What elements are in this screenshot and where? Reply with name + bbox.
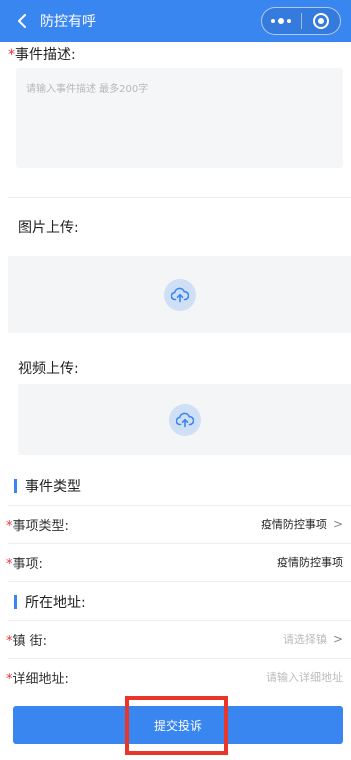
town-picker[interactable]: 请选择镇 >	[283, 631, 343, 647]
chevron-right-icon: >	[332, 517, 343, 531]
item-type-row[interactable]: *事项类型: 疫情防控事项 >	[0, 505, 351, 543]
address-section-header: 所在地址:	[14, 592, 86, 612]
event-type-section-header: 事件类型	[14, 476, 81, 496]
image-upload-area[interactable]	[8, 256, 351, 333]
chevron-right-icon: >	[332, 632, 343, 646]
description-label: *事件描述:	[8, 47, 76, 63]
section-accent-bar	[14, 595, 17, 609]
video-upload-area[interactable]	[18, 384, 351, 455]
description-textarea[interactable]: 请输入事件描述 最多200字	[16, 68, 343, 168]
divider	[8, 197, 351, 198]
description-placeholder: 请输入事件描述 最多200字	[26, 84, 149, 95]
item-type-label: *事项类型:	[6, 518, 69, 534]
row-divider	[8, 581, 351, 582]
mini-program-capsule	[261, 7, 341, 35]
item-label: *事项:	[6, 556, 43, 572]
section-title: 所在地址:	[25, 595, 86, 611]
town-label: *镇 街:	[6, 633, 48, 649]
detail-address-label: *详细地址:	[6, 671, 69, 687]
more-dots-icon[interactable]	[262, 8, 301, 34]
item-type-value[interactable]: 疫情防控事项 >	[261, 516, 343, 532]
item-value: 疫情防控事项	[277, 556, 343, 569]
town-row[interactable]: *镇 街: 请选择镇 >	[0, 620, 351, 658]
detail-address-row[interactable]: *详细地址: 请输入详细地址	[0, 658, 351, 696]
section-accent-bar	[14, 479, 17, 493]
detail-address-input[interactable]: 请输入详细地址	[266, 669, 343, 685]
submit-complaint-button[interactable]: 提交投诉	[13, 706, 343, 744]
item-row: *事项: 疫情防控事项	[0, 543, 351, 581]
back-icon[interactable]	[8, 0, 36, 42]
required-mark: *	[8, 47, 15, 63]
page-title: 防控有呼	[40, 14, 96, 30]
close-target-icon[interactable]	[302, 8, 341, 34]
image-upload-label: 图片上传:	[18, 220, 79, 236]
cloud-upload-icon[interactable]	[163, 278, 196, 311]
navbar: 防控有呼	[0, 0, 351, 42]
video-upload-label: 视频上传:	[18, 361, 79, 377]
cloud-upload-icon[interactable]	[168, 403, 201, 436]
section-title: 事件类型	[25, 479, 81, 495]
